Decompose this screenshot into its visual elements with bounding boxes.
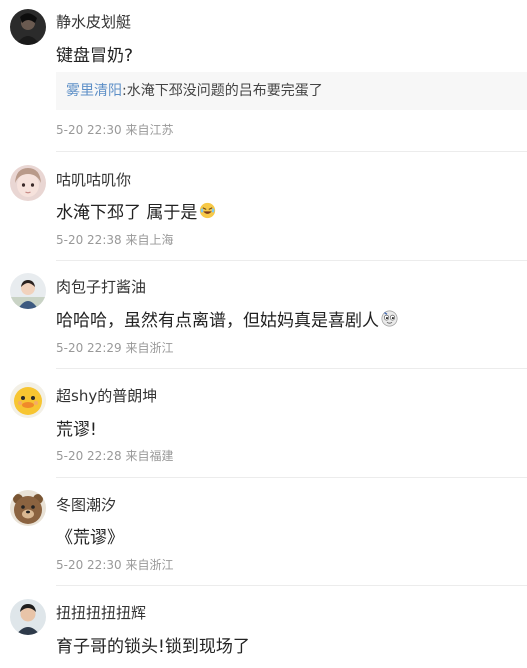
- girl-face-avatar: [10, 165, 46, 201]
- comment-location: 来自浙江: [125, 341, 174, 355]
- divider: [56, 585, 527, 586]
- divider: [56, 260, 527, 261]
- dark-portrait-avatar: [10, 9, 46, 45]
- comment-text: 《荒谬》: [56, 528, 124, 548]
- comment-time: 5-20 22:30: [56, 123, 122, 137]
- man-portrait-avatar: [10, 599, 46, 635]
- user-avatar[interactable]: [10, 490, 46, 526]
- comment-text: 育子哥的锁头!锁到现场了: [56, 637, 250, 657]
- quoted-reply: 雾里清阳:水淹下邳没问题的吕布要完蛋了: [56, 72, 527, 110]
- comment-location: 来自江苏: [125, 123, 174, 137]
- username[interactable]: 静水皮划艇: [56, 11, 131, 32]
- comment-text: 水淹下邳了 属于是: [56, 198, 216, 223]
- quoted-text: :水淹下邳没问题的吕布要完蛋了: [122, 83, 323, 99]
- comment-time: 5-20 22:28: [56, 449, 122, 463]
- comment-text-content: 水淹下邳了 属于是: [56, 203, 198, 223]
- user-avatar[interactable]: [10, 273, 46, 309]
- user-avatar[interactable]: [10, 382, 46, 418]
- comment-text-content: 哈哈哈，虽然有点离谱，但姑妈真是喜剧人: [56, 311, 379, 331]
- username[interactable]: 超shy的普朗坤: [56, 385, 157, 406]
- user-avatar[interactable]: [10, 165, 46, 201]
- comment-meta: 5-20 22:29 来自浙江: [56, 339, 173, 356]
- user-avatar[interactable]: [10, 9, 46, 45]
- username[interactable]: 扭扭扭扭扭辉: [56, 602, 146, 623]
- comment-meta: 5-20 22:30 来自浙江: [56, 556, 173, 573]
- comment-time: 5-20 22:38: [56, 233, 122, 247]
- comment-text: 荒谬!: [56, 420, 97, 440]
- divider: [56, 151, 527, 152]
- comment-meta: 5-20 22:28 来自福建: [56, 447, 173, 464]
- username[interactable]: 冬图潮汐: [56, 494, 116, 515]
- comment-time: 5-20 22:30: [56, 558, 122, 572]
- username[interactable]: 咕叽咕叽你: [56, 169, 131, 190]
- username[interactable]: 肉包子打酱油: [56, 276, 146, 297]
- comment-text: 哈哈哈，虽然有点离谱，但姑妈真是喜剧人: [56, 306, 398, 331]
- quoted-username[interactable]: 雾里清阳: [66, 83, 122, 99]
- yellow-duck-avatar: [10, 382, 46, 418]
- divider: [56, 368, 527, 369]
- comment-text: 键盘冒奶?: [56, 46, 134, 66]
- brown-bear-avatar: [10, 490, 46, 526]
- comment-location: 来自浙江: [125, 558, 174, 572]
- comment-location: 来自上海: [125, 233, 174, 247]
- comment-meta: 5-20 22:38 来自上海: [56, 231, 173, 248]
- user-avatar[interactable]: [10, 599, 46, 635]
- comment-meta: 5-20 22:30 来自江苏: [56, 121, 173, 138]
- divider: [56, 477, 527, 478]
- laughing-emoji-icon: [199, 202, 216, 219]
- comment-location: 来自福建: [125, 449, 174, 463]
- comment-time: 5-20 22:29: [56, 341, 122, 355]
- child-photo-avatar: [10, 273, 46, 309]
- doge-emoji-icon: [381, 310, 398, 327]
